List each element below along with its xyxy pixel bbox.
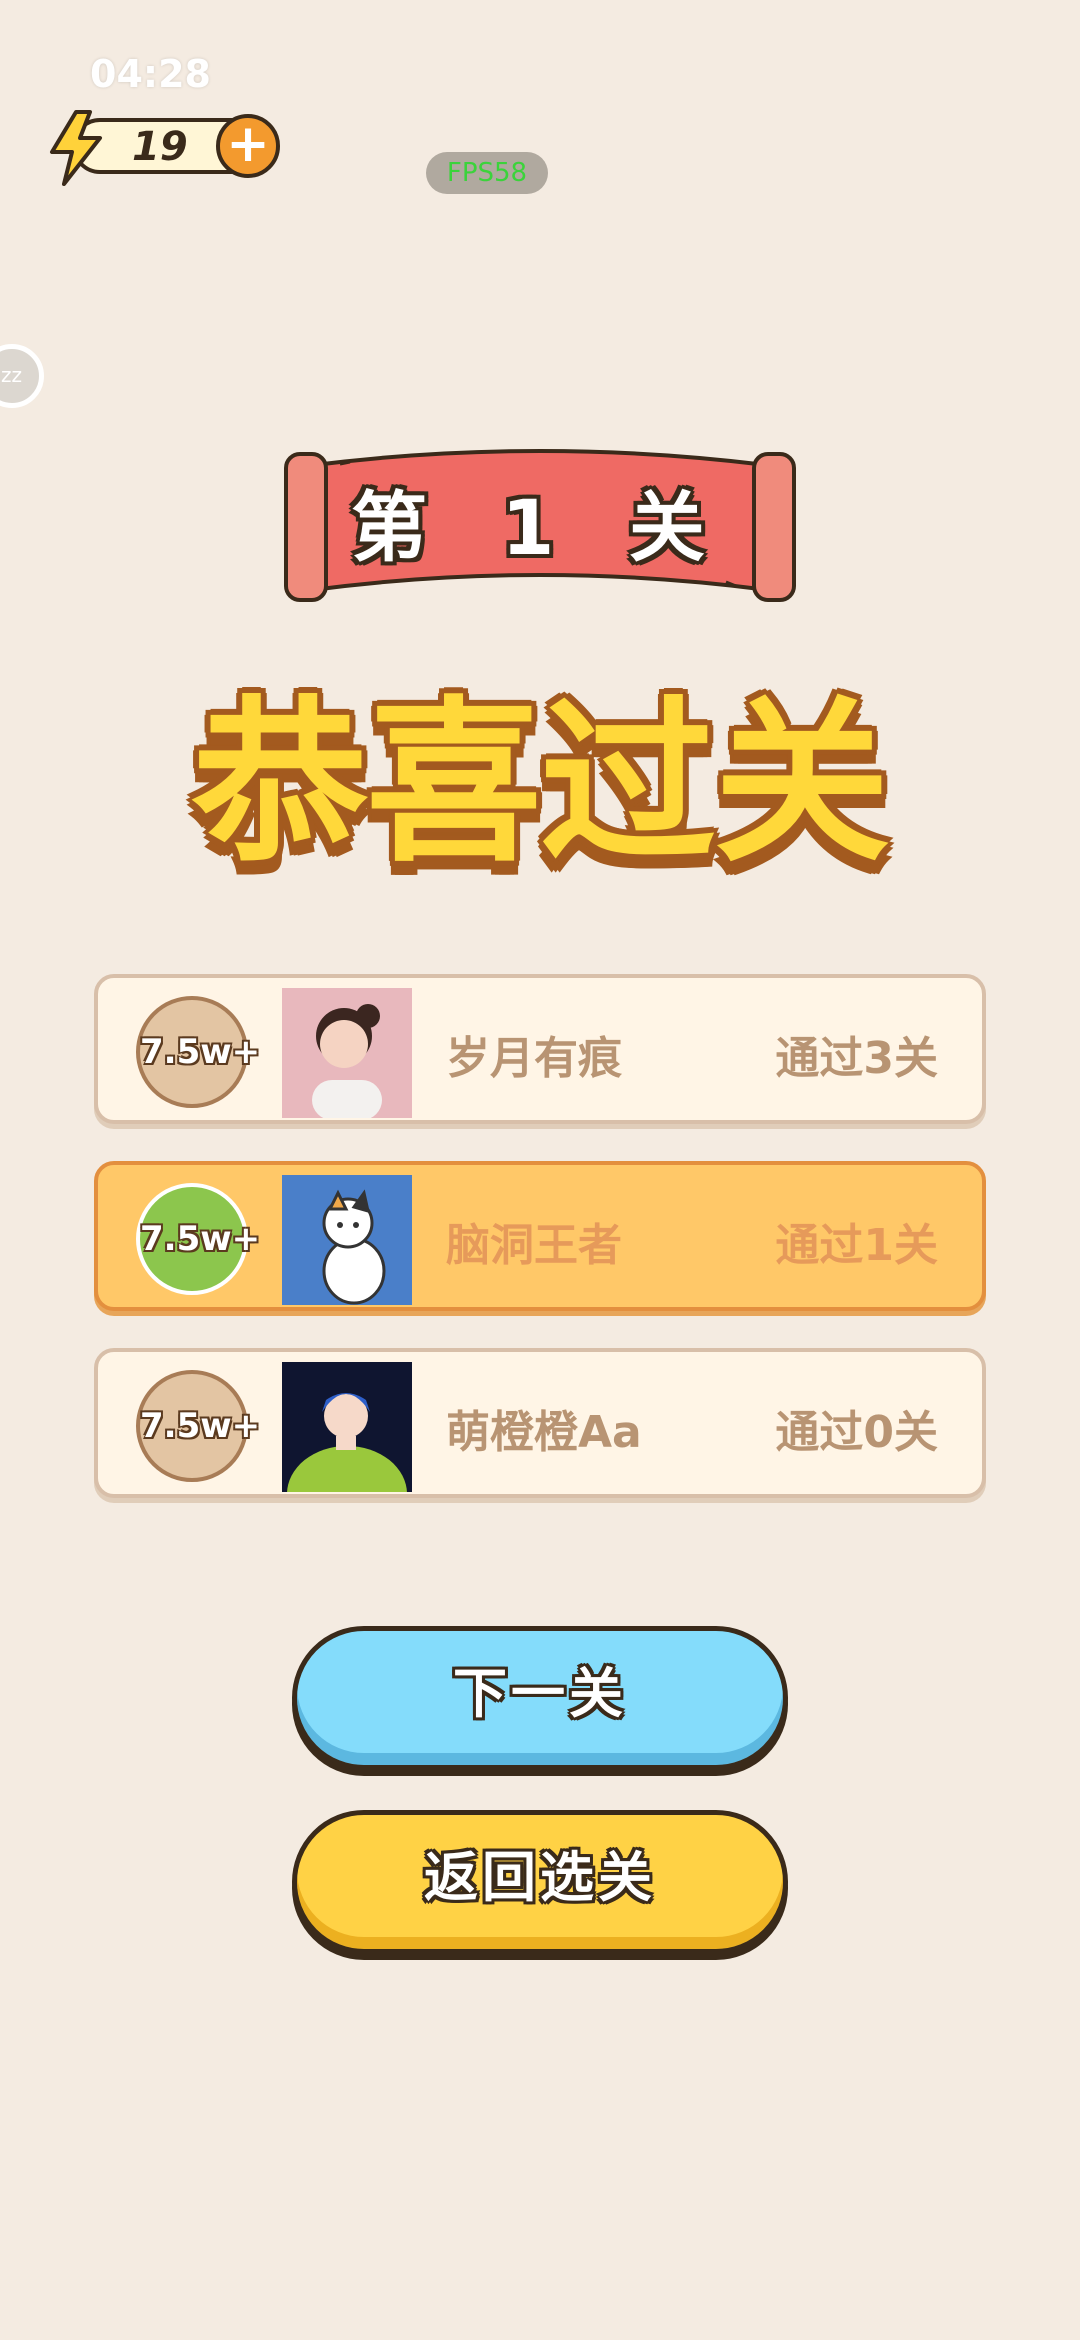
next-level-button[interactable]: 下一关 bbox=[292, 1626, 788, 1770]
player-name: 萌橙橙Aa bbox=[446, 1407, 642, 1458]
floating-side-button[interactable]: zz bbox=[0, 344, 44, 408]
level-banner: 第 1 关 bbox=[280, 440, 800, 610]
congrats-headline: 恭喜过关 bbox=[191, 681, 890, 886]
leaderboard-row-current: 7.5w+ 脑洞王者 通过1关 bbox=[94, 1161, 986, 1311]
score-badge: 7.5w+ bbox=[136, 1370, 260, 1482]
leaderboard-row: 7.5w+ 岁月有痕 通过3关 bbox=[94, 974, 986, 1124]
avatar bbox=[282, 1175, 412, 1305]
leaderboard-row: 7.5w+ 萌橙橙Aa 通过0关 bbox=[94, 1348, 986, 1498]
fps-indicator: FPS58 bbox=[426, 152, 548, 194]
energy-counter: 19 + bbox=[50, 110, 280, 186]
back-to-level-select-button[interactable]: 返回选关 bbox=[292, 1810, 788, 1954]
player-progress: 通过0关 bbox=[775, 1407, 938, 1458]
player-name: 脑洞王者 bbox=[446, 1220, 622, 1271]
avatar bbox=[282, 1362, 412, 1492]
level-title: 第 1 关 bbox=[351, 483, 729, 572]
status-time: 04:28 bbox=[90, 52, 211, 96]
lightning-icon bbox=[50, 110, 102, 186]
player-progress: 通过3关 bbox=[775, 1033, 938, 1084]
avatar bbox=[282, 988, 412, 1118]
energy-count: 19 bbox=[132, 124, 188, 170]
player-progress: 通过1关 bbox=[775, 1220, 938, 1271]
score-badge: 7.5w+ bbox=[136, 1183, 260, 1295]
player-name: 岁月有痕 bbox=[446, 1033, 622, 1084]
side-button-label: zz bbox=[1, 363, 22, 387]
add-energy-button[interactable]: + bbox=[216, 114, 280, 178]
score-badge: 7.5w+ bbox=[136, 996, 260, 1108]
